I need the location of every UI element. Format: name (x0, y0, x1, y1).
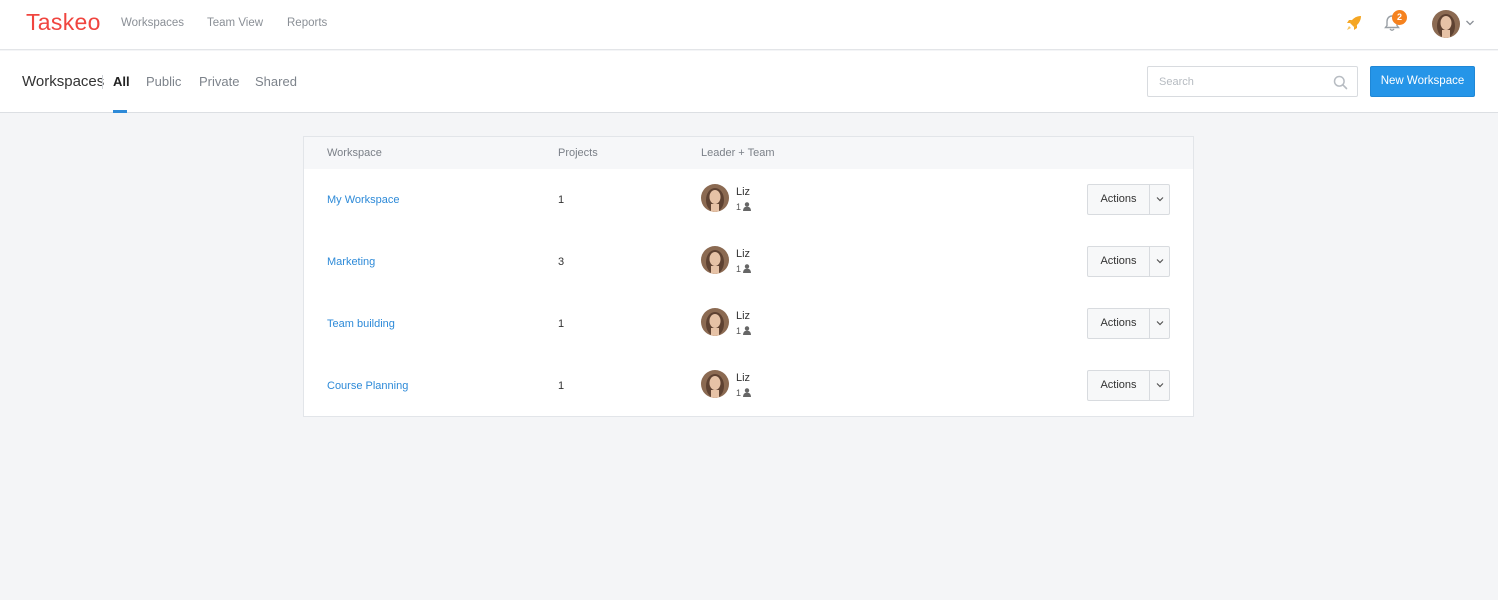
projects-count: 1 (558, 318, 565, 330)
avatar (701, 370, 729, 398)
actions-button[interactable]: Actions (1088, 371, 1149, 400)
actions-dropdown: Actions (1087, 370, 1170, 401)
team-count: 1 (736, 264, 742, 274)
workspace-link[interactable]: Marketing (327, 256, 375, 268)
actions-button[interactable]: Actions (1088, 309, 1149, 338)
actions-dropdown: Actions (1087, 184, 1170, 215)
active-tab-indicator (113, 110, 127, 113)
top-navbar: Taskeo Workspaces Team View Reports 2 (0, 0, 1498, 50)
user-icon (743, 264, 751, 273)
nav-reports[interactable]: Reports (287, 17, 327, 29)
chevron-down-icon[interactable] (1465, 19, 1475, 27)
chevron-down-icon (1156, 383, 1164, 388)
notification-badge: 2 (1392, 10, 1407, 25)
chevron-down-icon (1156, 259, 1164, 264)
leader-name: Liz (736, 248, 751, 260)
header-workspace: Workspace (327, 147, 382, 159)
actions-toggle[interactable] (1150, 185, 1169, 214)
tab-all[interactable]: All (113, 74, 130, 89)
leader-name: Liz (736, 186, 751, 198)
actions-button[interactable]: Actions (1088, 185, 1149, 214)
team-count: 1 (736, 326, 742, 336)
app-logo[interactable]: Taskeo (26, 9, 101, 36)
projects-count: 3 (558, 256, 565, 268)
avatar (701, 184, 729, 212)
team-count: 1 (736, 388, 742, 398)
actions-button[interactable]: Actions (1088, 247, 1149, 276)
actions-dropdown: Actions (1087, 308, 1170, 339)
tab-private[interactable]: Private (199, 74, 239, 89)
sub-header: Workspaces All Public Private Shared New… (0, 51, 1498, 113)
rocket-icon[interactable] (1344, 13, 1364, 33)
chevron-down-icon (1156, 321, 1164, 326)
table-row: Course Planning 1 Liz 1 Actions (304, 355, 1193, 417)
actions-dropdown: Actions (1087, 246, 1170, 277)
tab-shared[interactable]: Shared (255, 74, 297, 89)
header-projects: Projects (558, 147, 598, 159)
table-header: Workspace Projects Leader + Team (304, 137, 1193, 169)
actions-toggle[interactable] (1150, 371, 1169, 400)
leader-name: Liz (736, 310, 751, 322)
search-box (1147, 66, 1358, 97)
table-row: My Workspace 1 Liz 1 Actions (304, 169, 1193, 231)
workspaces-table: Workspace Projects Leader + Team My Work… (303, 136, 1194, 417)
projects-count: 1 (558, 194, 565, 206)
table-row: Marketing 3 Liz 1 Actions (304, 231, 1193, 293)
search-icon[interactable] (1333, 75, 1348, 90)
actions-toggle[interactable] (1150, 247, 1169, 276)
leader-name: Liz (736, 372, 751, 384)
user-icon (743, 202, 751, 211)
chevron-down-icon (1156, 197, 1164, 202)
user-icon (743, 326, 751, 335)
page-title: Workspaces (22, 73, 105, 90)
divider (102, 75, 103, 89)
search-input[interactable] (1159, 67, 1329, 96)
team-count: 1 (736, 202, 742, 212)
user-icon (743, 388, 751, 397)
avatar (701, 246, 729, 274)
workspace-link[interactable]: Team building (327, 318, 395, 330)
nav-team-view[interactable]: Team View (207, 17, 263, 29)
user-avatar[interactable] (1432, 10, 1460, 38)
workspace-link[interactable]: My Workspace (327, 194, 400, 206)
header-team: Leader + Team (701, 147, 775, 159)
tab-public[interactable]: Public (146, 74, 181, 89)
actions-toggle[interactable] (1150, 309, 1169, 338)
nav-workspaces[interactable]: Workspaces (121, 17, 184, 29)
table-row: Team building 1 Liz 1 Actions (304, 293, 1193, 355)
projects-count: 1 (558, 380, 565, 392)
workspace-link[interactable]: Course Planning (327, 380, 408, 392)
new-workspace-button[interactable]: New Workspace (1370, 66, 1475, 97)
avatar (701, 308, 729, 336)
